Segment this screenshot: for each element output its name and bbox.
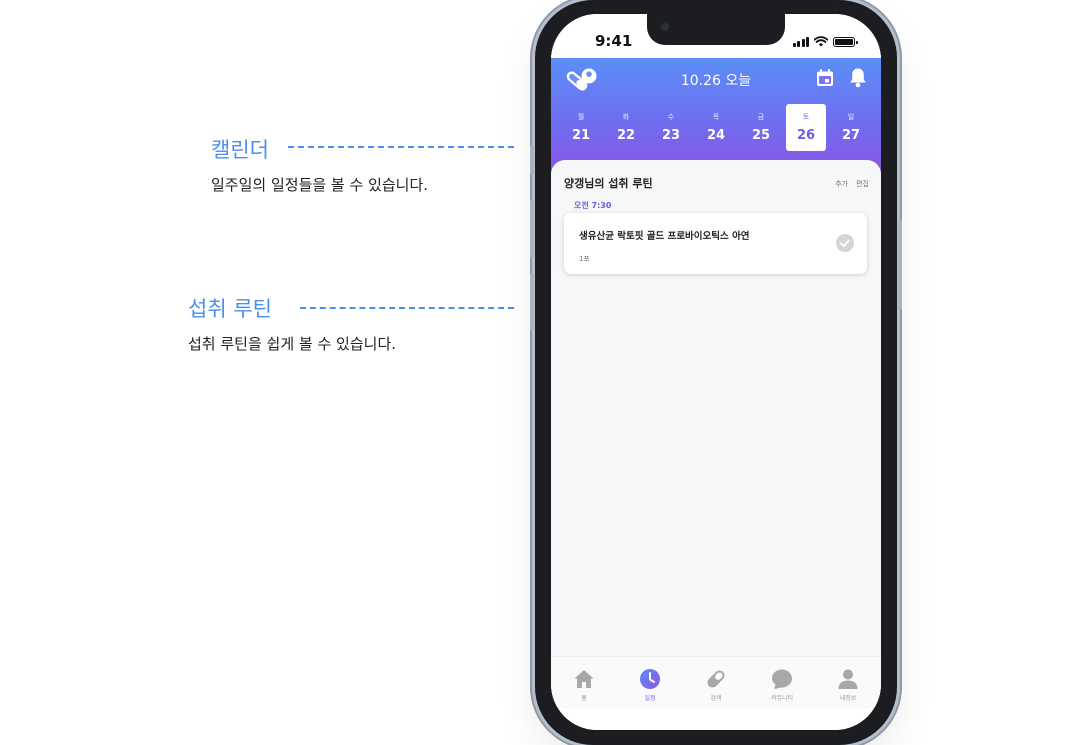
front-camera xyxy=(661,23,669,31)
week-strip: 월 21 화 22 수 23 목 24 금 25 토 26 일 27 xyxy=(561,104,871,152)
tab-community[interactable]: 커뮤니티 xyxy=(757,668,807,702)
week-day-number: 27 xyxy=(841,128,861,143)
home-icon xyxy=(574,670,594,688)
week-day-number: 23 xyxy=(661,128,681,143)
wifi-icon xyxy=(814,36,828,47)
week-day-24[interactable]: 목 24 xyxy=(696,104,736,151)
week-day-25[interactable]: 금 25 xyxy=(741,104,781,151)
home-indicator-area xyxy=(551,708,881,730)
week-day-23[interactable]: 수 23 xyxy=(651,104,691,151)
check-icon xyxy=(840,239,850,247)
annotation-routine: 섭취 루틴 섭취 루틴을 쉽게 볼 수 있습니다. xyxy=(188,293,396,354)
tab-my-info-label: 내정보 xyxy=(839,695,857,702)
week-day-22[interactable]: 화 22 xyxy=(606,104,646,151)
annotation-routine-leader-line xyxy=(300,307,514,309)
supplement-dose: 1포 xyxy=(579,255,590,263)
tab-search-label: 검색 xyxy=(710,695,722,702)
bottom-tab-bar: 홈 일정 검색 커뮤니티 내정보 xyxy=(551,656,881,708)
bell-icon[interactable] xyxy=(849,67,867,88)
tab-community-label: 커뮤니티 xyxy=(770,695,794,702)
supplement-name: 생유산균 락토핏 골드 프로바이오틱스 아연 xyxy=(579,231,750,242)
status-icons xyxy=(792,36,858,47)
week-day-number: 26 xyxy=(796,128,816,143)
notch xyxy=(647,14,785,45)
phone-mockup: 9:41 10.26 오늘 월 21 화 22 수 23 목 24 금 25 토… xyxy=(530,0,902,745)
week-day-name: 금 xyxy=(757,113,765,121)
routine-card[interactable]: 생유산균 락토핏 골드 프로바이오틱스 아연 1포 xyxy=(564,213,867,274)
tab-home[interactable]: 홈 xyxy=(559,668,609,702)
routine-section-title: 양갱님의 섭취 루틴 xyxy=(564,177,653,190)
volume-up-button xyxy=(530,200,534,258)
week-day-name: 목 xyxy=(712,113,720,121)
battery-icon xyxy=(833,37,858,47)
week-day-number: 22 xyxy=(616,128,636,143)
routine-section: 양갱님의 섭취 루틴 추가 편집 오전 7:30 생유산균 락토핏 골드 프로바… xyxy=(551,160,881,656)
tab-search[interactable]: 검색 xyxy=(691,668,741,702)
clock-icon xyxy=(640,669,660,689)
week-day-name: 월 xyxy=(577,113,585,121)
chat-icon xyxy=(772,669,792,689)
tab-schedule[interactable]: 일정 xyxy=(625,668,675,702)
week-day-name: 토 xyxy=(802,113,810,121)
intake-check-button[interactable] xyxy=(836,234,854,252)
week-day-number: 21 xyxy=(571,128,591,143)
cellular-signal-icon xyxy=(792,37,809,47)
mute-switch xyxy=(530,145,534,175)
edit-routine-button[interactable]: 편집 xyxy=(856,179,869,189)
status-time: 9:41 xyxy=(595,32,633,50)
week-day-26[interactable]: 토 26 xyxy=(786,104,826,151)
volume-down-button xyxy=(530,273,534,331)
week-day-number: 24 xyxy=(706,128,726,143)
calendar-header: 10.26 오늘 월 21 화 22 수 23 목 24 금 25 토 26 일 27 xyxy=(551,58,881,174)
annotation-routine-description: 섭취 루틴을 쉽게 볼 수 있습니다. xyxy=(188,335,397,353)
annotation-calendar-description: 일주일의 일정들을 볼 수 있습니다. xyxy=(211,176,429,194)
routine-actions: 추가 편집 xyxy=(835,179,869,189)
annotation-calendar-title: 캘린더 xyxy=(211,138,269,162)
annotation-calendar: 캘린더 일주일의 일정들을 볼 수 있습니다. xyxy=(211,134,428,195)
week-day-21[interactable]: 월 21 xyxy=(561,104,601,151)
week-day-name: 화 xyxy=(622,113,630,121)
person-icon xyxy=(838,669,858,689)
week-day-27[interactable]: 일 27 xyxy=(831,104,871,151)
week-day-number: 25 xyxy=(751,128,771,143)
phone-screen: 9:41 10.26 오늘 월 21 화 22 수 23 목 24 금 25 토… xyxy=(551,14,881,730)
week-day-name: 수 xyxy=(667,113,675,121)
annotation-calendar-leader-line xyxy=(288,146,514,148)
week-day-name: 일 xyxy=(847,113,855,121)
tab-schedule-label: 일정 xyxy=(644,695,656,702)
routine-time-label: 오전 7:30 xyxy=(574,201,612,210)
add-routine-button[interactable]: 추가 xyxy=(835,179,848,189)
tab-my-info[interactable]: 내정보 xyxy=(823,668,873,702)
power-button xyxy=(898,220,902,310)
tab-home-label: 홈 xyxy=(581,695,587,702)
pill-icon xyxy=(707,670,725,688)
calendar-icon[interactable] xyxy=(815,68,835,88)
